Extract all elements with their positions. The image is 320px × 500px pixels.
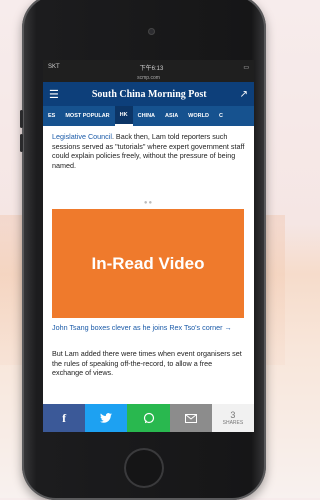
site-masthead[interactable]: South China Morning Post [92,89,207,100]
tab-world[interactable]: WORLD [183,106,214,126]
tab-es[interactable]: ES [43,106,60,126]
site-header: ☰ South China Morning Post ↗ [43,82,254,106]
facebook-icon: f [62,410,67,425]
clock: 下午6:13 [139,65,164,72]
article-body: Legislative Council. Back then, Lam told… [43,126,254,170]
twitter-share-button[interactable] [85,404,128,432]
whatsapp-icon [143,412,154,424]
hamburger-menu-icon[interactable]: ☰ [49,88,59,101]
battery-icon: ▭ [243,64,249,71]
share-count-number: 3 [230,410,236,420]
carrier-label: SKT [48,64,60,70]
legco-link[interactable]: Legislative Council [52,132,112,141]
whatsapp-share-button[interactable] [127,404,170,432]
phone-screen: SKT 下午6:13 ▭ scmp.com ☰ South China Morn… [43,60,254,432]
status-bar: SKT 下午6:13 ▭ [43,60,254,74]
tab-china[interactable]: CHINA [133,106,160,126]
address-bar[interactable]: scmp.com [43,74,254,82]
tab-hk[interactable]: HK [114,106,133,126]
in-read-video-ad[interactable]: In-Read Video [52,209,244,318]
tab-asia[interactable]: ASIA [160,106,183,126]
article-paragraph-2: But Lam added there were times when even… [52,349,242,378]
related-article-link[interactable]: John Tsang boxes clever as he joins Rex … [52,323,244,333]
tab-c[interactable]: C [214,106,228,126]
share-count: 3 SHARES [211,404,254,432]
trending-icon[interactable]: ↗ [240,89,248,100]
home-button[interactable] [124,448,164,488]
camera-icon [148,28,155,35]
volume-down-button [20,134,23,152]
email-share-button[interactable] [169,404,212,432]
twitter-icon [100,413,113,423]
volume-up-button [20,110,23,128]
facebook-share-button[interactable]: f [43,404,86,432]
tab-most-popular[interactable]: MOST POPULAR [60,106,114,126]
share-bar: f 3 SHARES [43,404,254,432]
section-tabs: ES MOST POPULAR HK CHINA ASIA WORLD C [43,106,254,126]
ad-indicator-dots: ●● [143,200,154,206]
envelope-icon [184,413,197,423]
share-count-label: SHARES [222,420,244,426]
